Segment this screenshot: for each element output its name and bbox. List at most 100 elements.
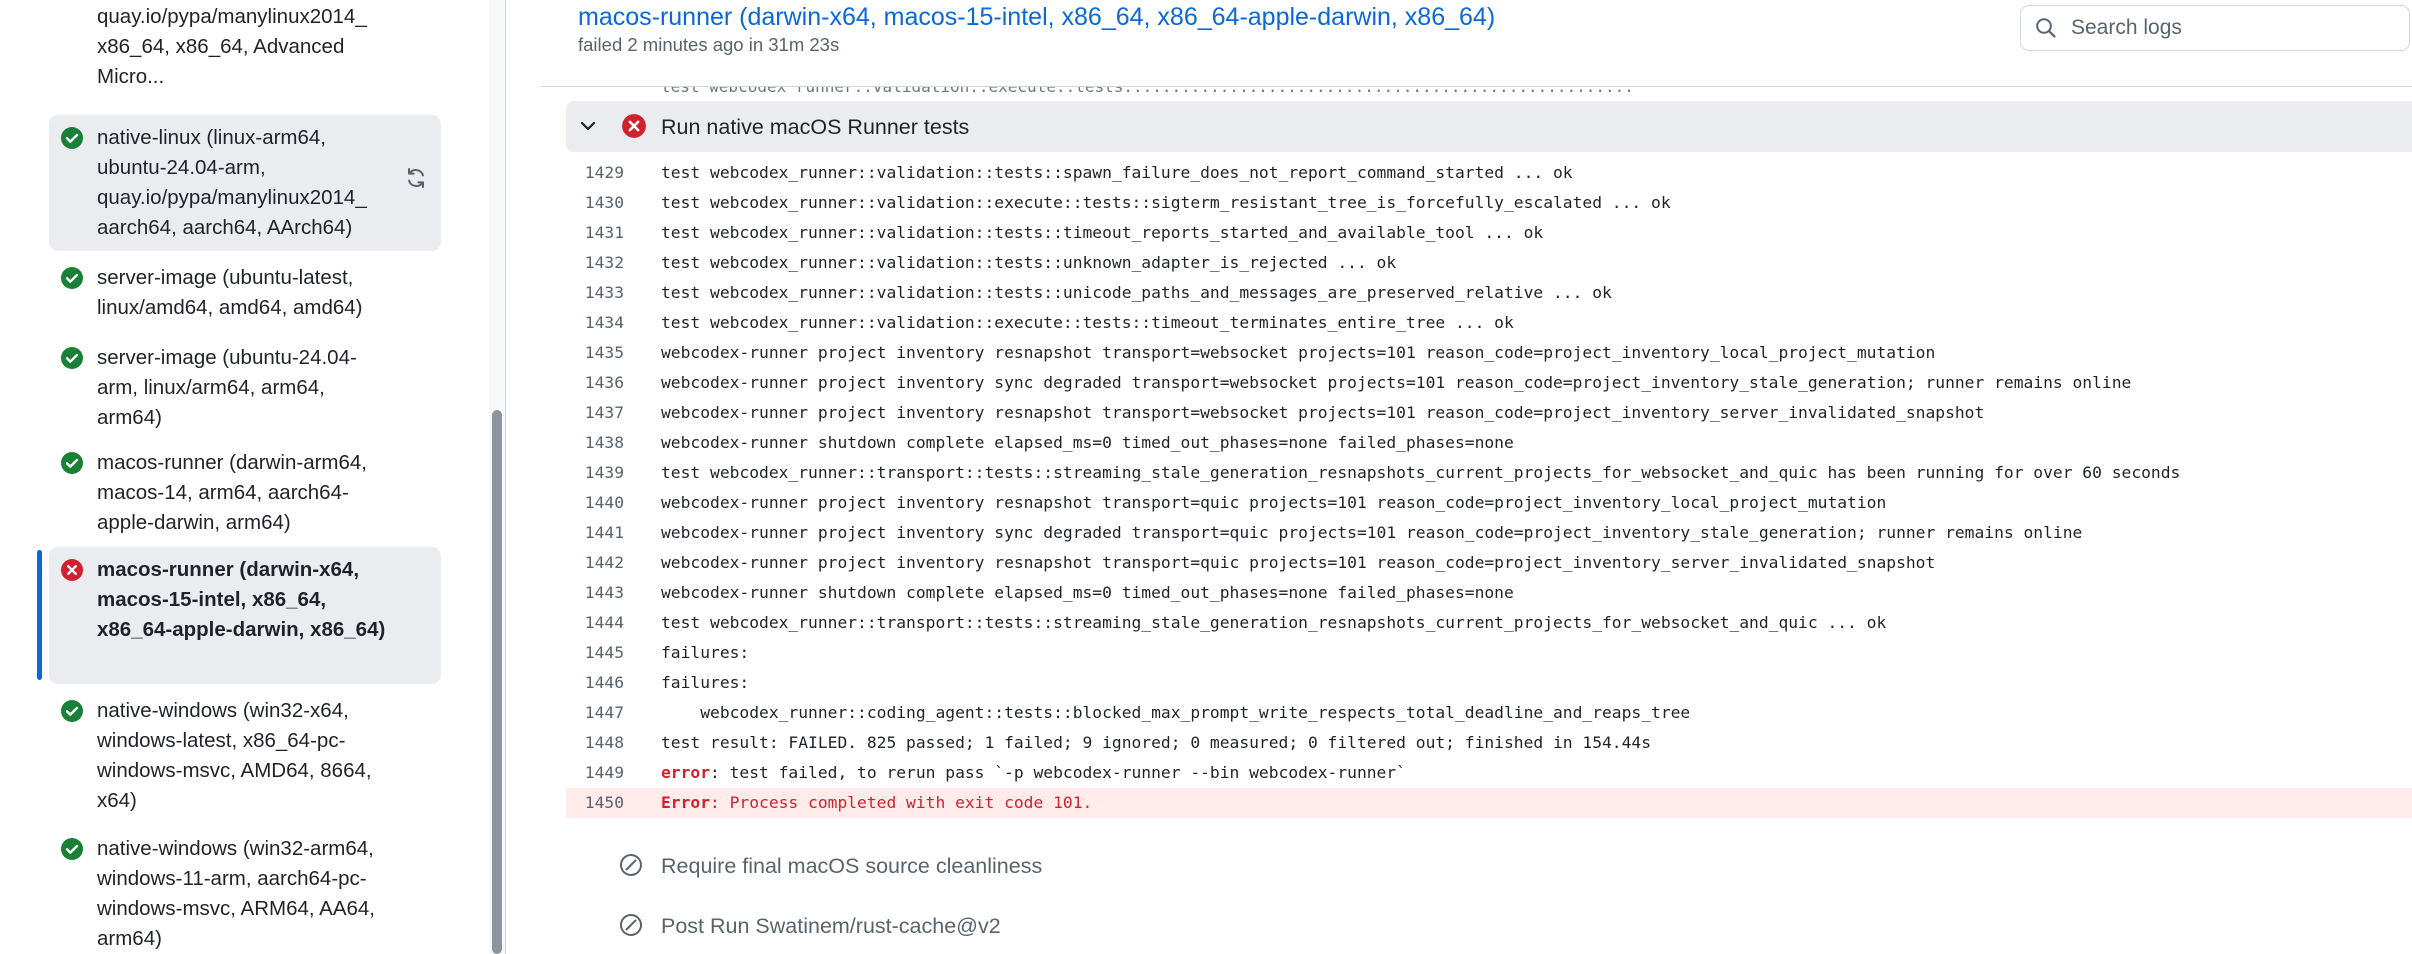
- x-circle-icon: [622, 114, 646, 138]
- sidebar-job-item[interactable]: ubuntu-latest, quay.io/pypa/manylinux201…: [49, 0, 441, 114]
- line-number[interactable]: 1448: [566, 728, 624, 758]
- log-text: test webcodex_runner::transport::tests::…: [661, 613, 1887, 632]
- step-require-cleanliness[interactable]: Require final macOS source cleanliness: [566, 843, 1466, 887]
- check-circle-icon: [60, 346, 84, 370]
- sidebar-job-item[interactable]: native-windows (win32-arm64, windows-11-…: [49, 826, 441, 954]
- check-circle-icon: [60, 699, 84, 723]
- job-label: native-linux (linux-arm64, ubuntu-24.04-…: [97, 126, 367, 239]
- line-number[interactable]: 1445: [566, 638, 624, 668]
- search-logs-box[interactable]: [2020, 5, 2410, 51]
- log-text: : test failed, to rerun pass `-p webcode…: [710, 763, 1406, 782]
- line-number[interactable]: 1429: [566, 158, 624, 188]
- log-text: webcodex-runner project inventory resnap…: [661, 403, 1985, 422]
- line-number[interactable]: 1438: [566, 428, 624, 458]
- sidebar-job-item[interactable]: server-image (ubuntu-latest, linux/amd64…: [49, 255, 441, 331]
- line-number[interactable]: 1450: [566, 788, 624, 818]
- log-output: 1429test webcodex_runner::validation::te…: [566, 158, 2412, 818]
- sidebar-scrollbar-thumb[interactable]: [492, 410, 502, 954]
- log-text: test webcodex_runner::validation::tests:…: [661, 283, 1612, 302]
- log-text: test webcodex_runner::transport::tests::…: [661, 463, 2181, 482]
- jobs-sidebar: ubuntu-latest, quay.io/pypa/manylinux201…: [0, 0, 506, 954]
- line-number[interactable]: 1437: [566, 398, 624, 428]
- line-number[interactable]: 1432: [566, 248, 624, 278]
- check-circle-icon: [60, 126, 84, 150]
- x-circle-icon: [60, 558, 84, 582]
- log-text: webcodex-runner shutdown complete elapse…: [661, 433, 1514, 452]
- line-number[interactable]: 1440: [566, 488, 624, 518]
- log-text: webcodex-runner project inventory sync d…: [661, 523, 2083, 542]
- log-line: 1444 test webcodex_runner::transport::tes…: [566, 608, 2412, 638]
- step-title: Run native macOS Runner tests: [661, 115, 970, 139]
- log-text: webcodex-runner project inventory resnap…: [661, 343, 1936, 362]
- job-title-link[interactable]: macos-runner (darwin-x64, macos-15-intel…: [578, 0, 1495, 34]
- sidebar-job-item[interactable]: native-windows (win32-x64, windows-lates…: [49, 688, 441, 822]
- log-text: test webcodex_runner::validation::execut…: [661, 193, 1671, 212]
- job-status-summary: failed 2 minutes ago in 31m 23s: [578, 34, 840, 55]
- log-line: 1432 test webcodex_runner::validation::te…: [566, 248, 2412, 278]
- log-line: 1434 test webcodex_runner::validation::ex…: [566, 308, 2412, 338]
- job-label: macos-runner (darwin-x64, macos-15-intel…: [97, 558, 386, 641]
- line-number[interactable]: 1441: [566, 518, 624, 548]
- log-text: failures:: [661, 673, 750, 692]
- skipped-circle-icon: [620, 914, 642, 936]
- check-circle-icon: [60, 837, 84, 861]
- step-post-rust-cache[interactable]: Post Run Swatinem/rust-cache@v2: [566, 903, 1466, 947]
- log-line: 1436 webcodex-runner project inventory sy…: [566, 368, 2412, 398]
- sidebar-job-item[interactable]: server-image (ubuntu-24.04-arm, linux/ar…: [49, 335, 441, 435]
- line-number[interactable]: 1449: [566, 758, 624, 788]
- log-text: test webcodex_runner::validation::tests:…: [661, 223, 1544, 242]
- error-keyword: Error: [661, 793, 711, 812]
- line-number[interactable]: 1436: [566, 368, 624, 398]
- search-logs-input[interactable]: [2069, 12, 2393, 44]
- log-text: test webcodex_runner::validation::execut…: [661, 313, 1514, 332]
- chevron-down-icon[interactable]: [578, 116, 598, 136]
- log-text: test webcodex_runner::validation::tests:…: [661, 253, 1397, 272]
- rerun-sync-icon[interactable]: [402, 164, 430, 192]
- log-line-error: 1449 error: test failed, to rerun pass `-…: [566, 758, 2412, 788]
- log-text: failures:: [661, 643, 750, 662]
- line-number[interactable]: 1433: [566, 278, 624, 308]
- log-text: test result: FAILED. 825 passed; 1 faile…: [661, 733, 1652, 752]
- log-line: 1442 webcodex-runner project inventory re…: [566, 548, 2412, 578]
- step-title: Require final macOS source cleanliness: [661, 854, 1043, 878]
- log-text: webcodex-runner project inventory sync d…: [661, 373, 2132, 392]
- step-header-run-tests[interactable]: Run native macOS Runner tests 6m: [566, 101, 2412, 152]
- line-number[interactable]: 1443: [566, 578, 624, 608]
- log-line: 1437 webcodex-runner project inventory re…: [566, 398, 2412, 428]
- sidebar-job-item-active[interactable]: macos-runner (darwin-x64, macos-15-intel…: [49, 547, 441, 684]
- log-text: test webcodex_runner::validation::tests:…: [661, 163, 1573, 182]
- log-text: webcodex_runner::coding_agent::tests::bl…: [661, 703, 1691, 722]
- search-icon: [2036, 18, 2056, 38]
- log-line: 1446 failures:: [566, 668, 2412, 698]
- log-line: 1441 webcodex-runner project inventory sy…: [566, 518, 2412, 548]
- job-label: macos-runner (darwin-arm64, macos-14, ar…: [97, 451, 368, 534]
- log-text: webcodex-runner project inventory resnap…: [661, 493, 1887, 512]
- log-text: : Process completed with exit code 101.: [710, 793, 1093, 812]
- log-line: 1430 test webcodex_runner::validation::ex…: [566, 188, 2412, 218]
- job-label: native-windows (win32-x64, windows-lates…: [97, 699, 372, 812]
- skipped-circle-icon: [620, 854, 642, 876]
- log-line: 1448 test result: FAILED. 825 passed; 1 f…: [566, 728, 2412, 758]
- line-number[interactable]: 1431: [566, 218, 624, 248]
- job-header: macos-runner (darwin-x64, macos-15-intel…: [541, 0, 2412, 87]
- log-line: 1438 webcodex-runner shutdown complete el…: [566, 428, 2412, 458]
- sidebar-job-item[interactable]: native-linux (linux-arm64, ubuntu-24.04-…: [49, 115, 441, 251]
- line-number[interactable]: 1439: [566, 458, 624, 488]
- line-number[interactable]: 1435: [566, 338, 624, 368]
- log-text: webcodex-runner project inventory resnap…: [661, 553, 1936, 572]
- error-keyword: error: [661, 763, 711, 782]
- line-number[interactable]: 1447: [566, 698, 624, 728]
- job-label: native-windows (win32-arm64, windows-11-…: [97, 837, 375, 950]
- check-circle-icon: [60, 266, 84, 290]
- log-line: 1429 test webcodex_runner::validation::te…: [566, 158, 2412, 188]
- job-log-panel: test webcodex_runner::validation::execut…: [541, 0, 2412, 954]
- line-number[interactable]: 1444: [566, 608, 624, 638]
- line-number[interactable]: 1442: [566, 548, 624, 578]
- line-number[interactable]: 1434: [566, 308, 624, 338]
- line-number[interactable]: 1446: [566, 668, 624, 698]
- line-number[interactable]: 1430: [566, 188, 624, 218]
- log-line: 1447 webcodex_runner::coding_agent::test…: [566, 698, 2412, 728]
- check-circle-icon: [60, 451, 84, 475]
- sidebar-job-item[interactable]: macos-runner (darwin-arm64, macos-14, ar…: [49, 440, 441, 544]
- job-label: server-image (ubuntu-latest, linux/amd64…: [97, 266, 363, 319]
